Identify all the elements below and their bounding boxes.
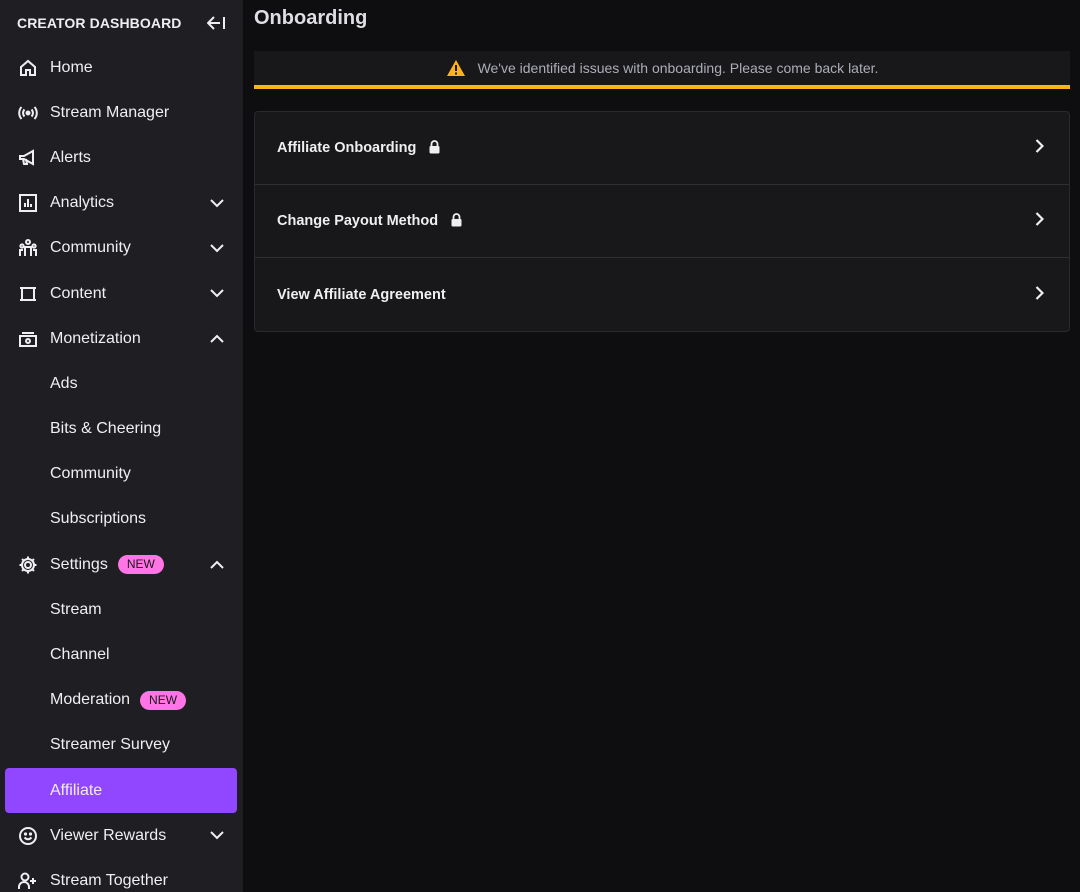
add-user-icon [18, 871, 38, 891]
collapse-sidebar-icon[interactable] [205, 12, 227, 34]
sidebar-item-label: Affiliate [50, 781, 103, 799]
row-affiliate-onboarding[interactable]: Affiliate Onboarding [255, 112, 1069, 185]
sidebar-item-subscriptions[interactable]: Subscriptions [0, 497, 243, 542]
sidebar-item-label-wrap: Moderation NEW [50, 690, 225, 710]
sidebar-item-label: Bits & Cheering [50, 420, 162, 438]
lock-icon [451, 212, 462, 227]
sidebar-item-label: Stream [50, 600, 102, 618]
sidebar-title: CREATOR DASHBOARD [17, 14, 182, 31]
lock-icon [429, 139, 440, 154]
row-change-payout-method[interactable]: Change Payout Method [255, 185, 1069, 258]
sidebar-item-stream[interactable]: Stream [0, 587, 243, 632]
sidebar-item-alerts[interactable]: Alerts [0, 135, 243, 180]
sidebar-item-label: Viewer Rewards [50, 826, 167, 844]
chevron-up-icon[interactable] [209, 557, 225, 573]
sidebar-item-label: Analytics [50, 194, 115, 212]
chevron-right-icon[interactable] [1031, 211, 1047, 227]
home-icon [18, 58, 38, 78]
sidebar-item-label: Home [50, 58, 93, 76]
chevron-down-icon[interactable] [209, 195, 225, 211]
sidebar-item-label: Content [50, 284, 107, 302]
monetization-icon [18, 329, 38, 349]
sidebar-header: CREATOR DASHBOARD [0, 0, 243, 45]
sidebar-item-home[interactable]: Home [0, 45, 243, 90]
sidebar-item-label: Community [50, 465, 131, 483]
sidebar-item-channel[interactable]: Channel [0, 632, 243, 677]
sidebar-item-label: Settings [50, 555, 108, 573]
new-badge: NEW [117, 555, 164, 575]
app-root: CREATOR DASHBOARD Home Stream Manager Al… [0, 0, 1080, 892]
row-label: View Affiliate Agreement [277, 286, 446, 303]
sidebar-item-label: Channel [50, 646, 110, 664]
chevron-down-icon[interactable] [209, 240, 225, 256]
sidebar-item-analytics[interactable]: Analytics [0, 181, 243, 226]
chevron-down-icon[interactable] [209, 286, 225, 302]
chevron-down-icon[interactable] [209, 828, 225, 844]
page-title: Onboarding [254, 7, 368, 29]
warning-icon [446, 59, 466, 77]
sidebar-item-label: Ads [50, 374, 78, 392]
broadcast-icon [18, 103, 38, 123]
sidebar-item-viewer-rewards[interactable]: Viewer Rewards [0, 813, 243, 858]
sidebar-item-settings[interactable]: Settings NEW [0, 542, 243, 587]
analytics-icon [18, 193, 38, 213]
sidebar-item-label-wrap: Settings NEW [50, 555, 201, 575]
sidebar-item-monetization-community[interactable]: Community [0, 452, 243, 497]
chevron-up-icon[interactable] [209, 331, 225, 347]
community-icon [18, 238, 38, 258]
sidebar-item-bits-cheering[interactable]: Bits & Cheering [0, 407, 243, 452]
sidebar: CREATOR DASHBOARD Home Stream Manager Al… [0, 0, 243, 892]
new-badge: NEW [140, 690, 187, 710]
sidebar-item-label: Streamer Survey [50, 736, 171, 754]
sidebar-item-streamer-survey[interactable]: Streamer Survey [0, 723, 243, 768]
sidebar-item-label: Alerts [50, 148, 91, 166]
sidebar-nav: Home Stream Manager Alerts Analytics Com… [0, 45, 243, 892]
row-label: Affiliate Onboarding [277, 140, 417, 156]
main-content: Onboarding We've identified issues with … [243, 0, 1080, 892]
sidebar-item-label: Monetization [50, 329, 141, 347]
warning-banner: We've identified issues with onboarding.… [254, 51, 1070, 89]
sidebar-item-content[interactable]: Content [0, 271, 243, 316]
chevron-right-icon[interactable] [1031, 138, 1047, 154]
sidebar-item-ads[interactable]: Ads [0, 361, 243, 406]
sidebar-item-label: Moderation [50, 691, 131, 709]
megaphone-icon [18, 148, 38, 168]
row-view-affiliate-agreement[interactable]: View Affiliate Agreement [255, 258, 1069, 331]
gear-icon [18, 555, 38, 575]
sidebar-item-community[interactable]: Community [0, 226, 243, 271]
sidebar-item-monetization[interactable]: Monetization [0, 316, 243, 361]
sidebar-item-label: Community [50, 239, 131, 257]
sidebar-item-moderation[interactable]: Moderation NEW [0, 678, 243, 723]
onboarding-list: Affiliate Onboarding Change Payout Metho… [254, 111, 1070, 332]
smiley-icon [18, 826, 38, 846]
banner-text: We've identified issues with onboarding.… [477, 60, 879, 76]
sidebar-item-label: Subscriptions [50, 510, 147, 528]
chevron-right-icon[interactable] [1031, 285, 1047, 301]
sidebar-item-label: Stream Together [50, 871, 168, 889]
sidebar-item-stream-together[interactable]: Stream Together [0, 858, 243, 892]
sidebar-item-affiliate[interactable]: Affiliate [5, 768, 237, 813]
sidebar-item-stream-manager[interactable]: Stream Manager [0, 90, 243, 135]
row-label: Change Payout Method [277, 213, 439, 229]
sidebar-item-label: Stream Manager [50, 103, 170, 121]
content-icon [18, 284, 38, 304]
